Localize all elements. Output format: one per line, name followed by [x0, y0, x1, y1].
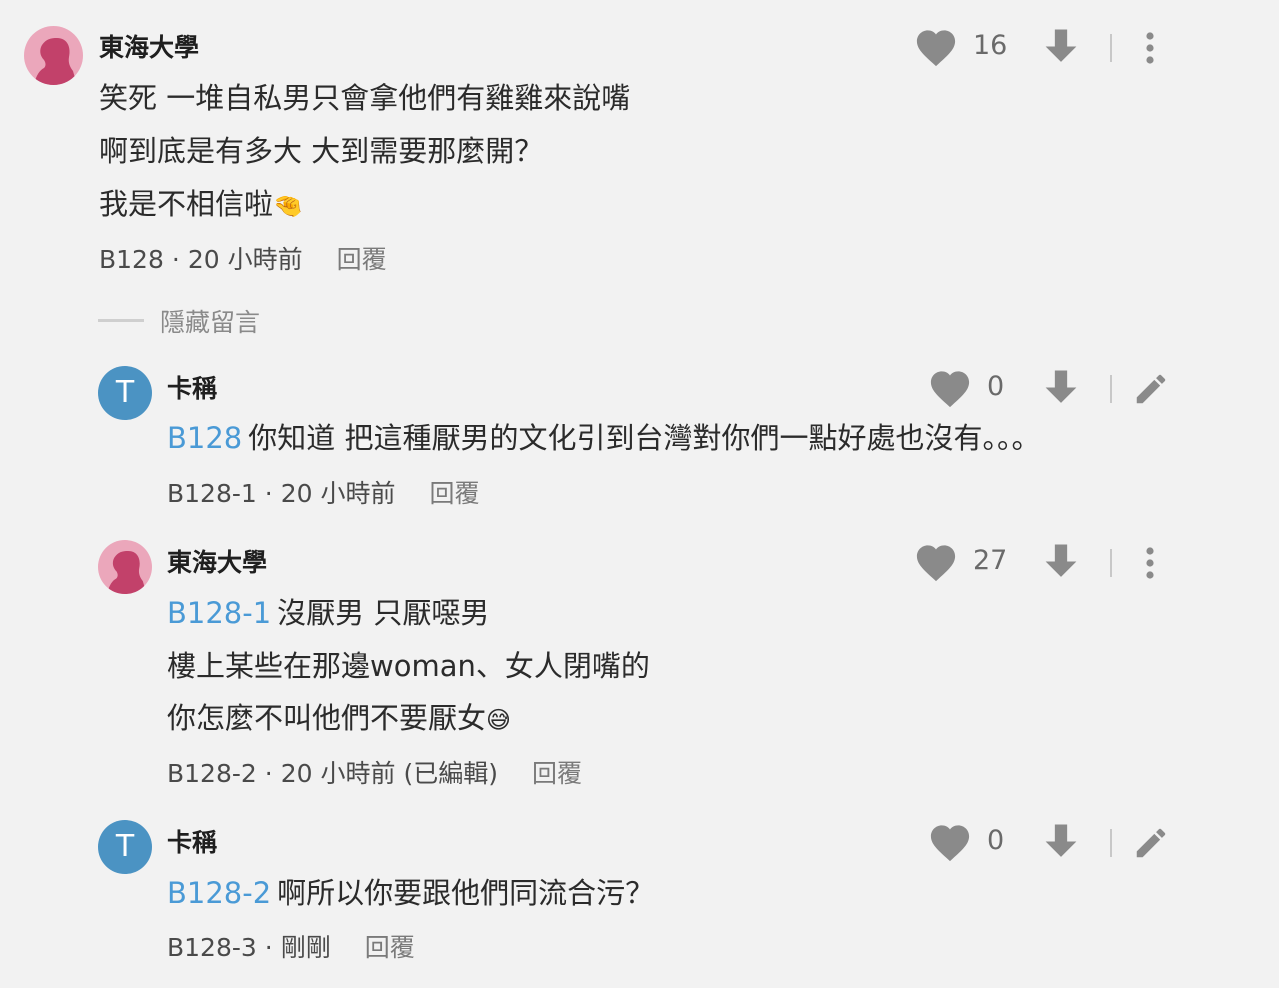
- comment-text-line: 我是不相信啦🤏: [99, 186, 303, 224]
- reply-button[interactable]: 回覆: [532, 759, 582, 788]
- timestamp: 20 小時前: [280, 479, 396, 508]
- pinching-hand-emoji: 🤏: [273, 192, 303, 220]
- heart-icon[interactable]: [928, 369, 972, 409]
- timestamp: 20 小時前 (已編輯): [280, 759, 498, 788]
- female-silhouette-icon: [34, 38, 77, 85]
- comment-author[interactable]: 卡稱: [167, 823, 217, 859]
- female-silhouette-icon: [107, 550, 147, 594]
- comment-text-line: B128-1 沒厭男 只厭噁男: [167, 595, 489, 631]
- comment-text: 你怎麼不叫他們不要厭女: [167, 701, 487, 735]
- comment-actions: 27: [914, 543, 1174, 583]
- meta-separator: ·: [171, 245, 180, 274]
- comment-meta: B128-1 · 20 小時前 回覆: [167, 474, 480, 510]
- comment-text: 你知道 把這種厭男的文化引到台灣對你們一點好處也沒有。。。: [248, 421, 1041, 455]
- pencil-icon[interactable]: [1132, 369, 1170, 409]
- hide-comments-label[interactable]: 隱藏留言: [160, 303, 260, 339]
- hide-comments-divider: [98, 319, 144, 322]
- like-count: 16: [973, 30, 1008, 61]
- down-arrow-icon[interactable]: [1042, 823, 1080, 863]
- like-count: 27: [973, 545, 1008, 576]
- heart-icon[interactable]: [914, 543, 958, 583]
- comment-meta: B128-3 · 剛剛 回覆: [167, 928, 415, 964]
- reply-button[interactable]: 回覆: [337, 245, 387, 274]
- action-divider: [1110, 829, 1112, 857]
- avatar[interactable]: [24, 26, 83, 85]
- comment-text: 啊所以你要跟他們同流合污？: [277, 876, 655, 910]
- like-count: 0: [987, 371, 1005, 402]
- floor-number: B128-1: [167, 479, 257, 508]
- heart-icon[interactable]: [914, 28, 958, 68]
- timestamp: 剛剛: [280, 933, 331, 962]
- floor-tag-link[interactable]: B128-2: [167, 876, 271, 910]
- down-arrow-icon[interactable]: [1042, 369, 1080, 409]
- comment-text-line: 笑死 一堆自私男只會拿他們有雞雞來說嘴: [99, 81, 631, 115]
- heart-icon[interactable]: [928, 823, 972, 863]
- comment-actions: 16: [914, 28, 1174, 68]
- action-divider: [1110, 34, 1112, 62]
- comment-text-line: 啊到底是有多大 大到需要那麼開？: [99, 134, 544, 168]
- comment-text-line: B128 你知道 把這種厭男的文化引到台灣對你們一點好處也沒有。。。: [167, 420, 1040, 456]
- comment-meta: B128 · 20 小時前 回覆: [99, 240, 387, 276]
- avatar[interactable]: [98, 540, 152, 594]
- comment-actions: 0: [928, 823, 1174, 863]
- comment-thread: 東海大學 笑死 一堆自私男只會拿他們有雞雞來說嘴 啊到底是有多大 大到需要那麼開…: [0, 0, 1279, 988]
- timestamp: 20 小時前: [187, 245, 303, 274]
- pencil-icon[interactable]: [1132, 823, 1170, 863]
- reply-button[interactable]: 回覆: [430, 479, 480, 508]
- action-divider: [1110, 549, 1112, 577]
- comment-author[interactable]: 東海大學: [99, 28, 199, 64]
- floor-number: B128: [99, 245, 164, 274]
- comment-author[interactable]: 東海大學: [167, 543, 267, 579]
- floor-number: B128-2: [167, 759, 257, 788]
- meta-separator: ·: [264, 933, 273, 962]
- avatar[interactable]: T: [98, 820, 152, 874]
- comment-text-line: B128-2 啊所以你要跟他們同流合污？: [167, 875, 654, 911]
- comment-b128: 東海大學 笑死 一堆自私男只會拿他們有雞雞來說嘴 啊到底是有多大 大到需要那麼開…: [0, 0, 1279, 290]
- comment-meta: B128-2 · 20 小時前 (已編輯) 回覆: [167, 754, 582, 790]
- comment-text-line: 樓上某些在那邊woman、女人閉嘴的: [167, 649, 650, 683]
- reply-button[interactable]: 回覆: [365, 933, 415, 962]
- down-arrow-icon[interactable]: [1042, 543, 1080, 583]
- floor-number: B128-3: [167, 933, 257, 962]
- more-vertical-icon[interactable]: [1140, 543, 1160, 583]
- more-vertical-icon[interactable]: [1140, 28, 1160, 68]
- comment-text: 沒厭男 只厭噁男: [277, 596, 490, 630]
- comment-text: 我是不相信啦: [99, 187, 274, 221]
- like-count: 0: [987, 825, 1005, 856]
- sweat-smile-emoji: 😅: [486, 706, 512, 734]
- comment-author[interactable]: 卡稱: [167, 369, 217, 405]
- down-arrow-icon[interactable]: [1042, 28, 1080, 68]
- floor-tag-link[interactable]: B128: [167, 421, 242, 455]
- floor-tag-link[interactable]: B128-1: [167, 596, 271, 630]
- meta-separator: ·: [264, 759, 273, 788]
- avatar[interactable]: T: [98, 366, 152, 420]
- comment-text-line: 你怎麼不叫他們不要厭女😅: [167, 700, 511, 738]
- comment-actions: 0: [928, 369, 1174, 409]
- meta-separator: ·: [264, 479, 273, 508]
- action-divider: [1110, 375, 1112, 403]
